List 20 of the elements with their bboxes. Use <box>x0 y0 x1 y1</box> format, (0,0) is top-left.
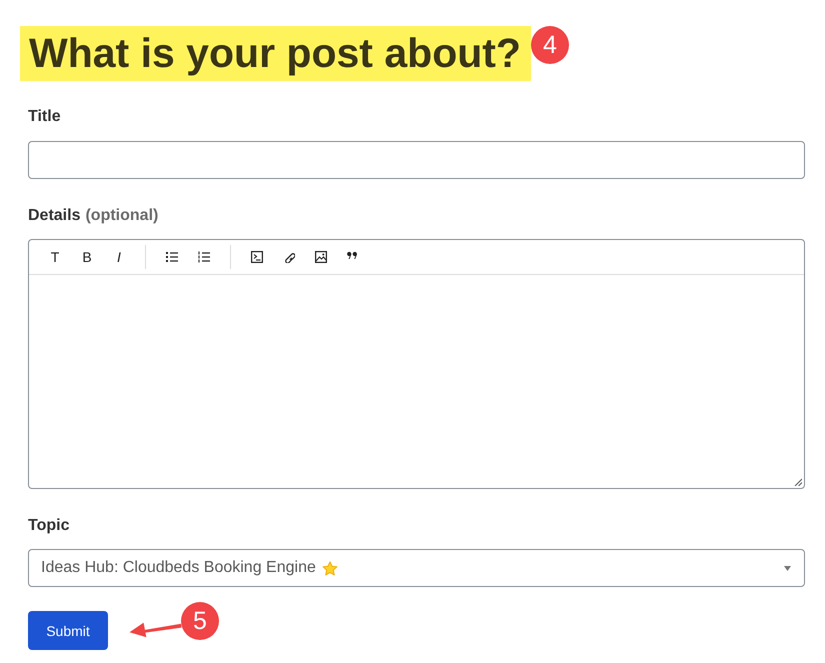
bold-button[interactable]: B <box>82 250 92 264</box>
topic-dropdown[interactable]: Ideas Hub: Cloudbeds Booking Engine <box>28 549 805 587</box>
image-icon[interactable] <box>315 251 327 263</box>
callout-badge: 5 <box>181 602 219 640</box>
field-label: Topic <box>28 516 70 536</box>
callout-badge: 4 <box>530 26 569 64</box>
optional-hint: (optional) <box>85 206 158 226</box>
page-heading: What is your post about? <box>20 26 531 81</box>
field-label: Details <box>28 206 80 226</box>
link-icon[interactable] <box>283 251 295 263</box>
field-label: Title <box>28 107 61 127</box>
submit-button[interactable]: Submit <box>28 611 108 650</box>
title-field[interactable] <box>28 141 805 179</box>
terminal-icon[interactable] <box>251 251 263 263</box>
numbered-list-icon[interactable] <box>198 251 210 263</box>
text-style-button[interactable]: T <box>50 250 60 264</box>
italic-button[interactable]: I <box>117 250 121 264</box>
bulleted-list-icon[interactable] <box>166 251 178 263</box>
caret-icon <box>784 566 791 570</box>
resize-grip-icon[interactable] <box>794 478 802 486</box>
